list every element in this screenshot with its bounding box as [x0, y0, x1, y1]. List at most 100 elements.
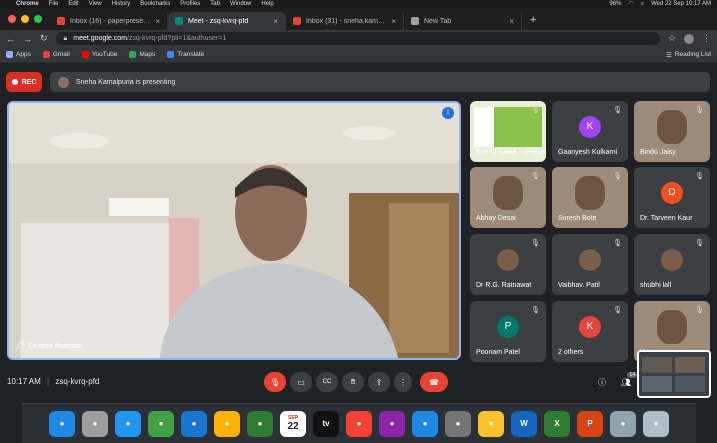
dock-app-preview[interactable]: ●: [610, 410, 636, 437]
menu-item-edit[interactable]: Edit: [68, 0, 78, 8]
dock-app-safari[interactable]: ●: [115, 410, 141, 437]
dock-app-music[interactable]: ●: [346, 410, 372, 437]
dock-app-app-store[interactable]: ●: [412, 410, 438, 437]
participant-tile[interactable]: 🎙︎ Bindu Jaisy: [634, 101, 710, 162]
tab-close-icon[interactable]: ×: [509, 17, 514, 26]
forward-icon[interactable]: →: [23, 34, 32, 44]
profile-avatar[interactable]: [684, 33, 694, 44]
menu-status: 96% ◠ ⌕ Wed 22 Sep 10:17 AM: [609, 0, 711, 8]
menu-item-file[interactable]: File: [49, 0, 59, 8]
dock-app-launchpad[interactable]: ●: [82, 410, 108, 437]
participant-tile[interactable]: P 🎙︎ Poonam Patel: [470, 301, 546, 362]
dock-app-tv[interactable]: tv: [313, 410, 339, 437]
menu-item-history[interactable]: History: [112, 0, 131, 8]
menu-item-window[interactable]: Window: [230, 0, 251, 8]
bookmark-gmail[interactable]: Gmail: [42, 51, 70, 58]
bookmark-translate[interactable]: Translate: [167, 51, 204, 58]
participant-name: shubhi lall: [640, 282, 672, 289]
browser-tab[interactable]: Inbox (31) - sneha.kamalpuria ×: [286, 12, 404, 30]
participant-tile[interactable]: 🎙︎ Dr R.G. Ratnawat: [470, 234, 546, 295]
reading-list-label: Reading List: [674, 51, 711, 58]
app-glyph: P: [587, 419, 593, 428]
tab-title: Inbox (16) - paperpresentation: [70, 17, 150, 25]
app-glyph: W: [520, 419, 528, 428]
address-bar[interactable]: 🔒︎ meet.google.com/zsq-kvrq-pfd?pli=1&au…: [55, 32, 660, 45]
participant-tile[interactable]: D 🎙︎ Dr. Tarveen Kaur: [634, 167, 710, 228]
dock-app-calendar[interactable]: SEP 22: [280, 410, 306, 437]
datetime[interactable]: Wed 22 Sep 10:17 AM: [651, 0, 711, 8]
tab-title: Meet - zsq-kvrq-pfd: [188, 17, 249, 25]
dock-app-word[interactable]: W: [511, 410, 537, 437]
dock-app-trash[interactable]: ●: [643, 410, 669, 437]
app-icon: ●: [158, 419, 164, 428]
dock-app-facetime[interactable]: ●: [247, 410, 273, 437]
people-button[interactable]: 👥︎ 14: [615, 372, 637, 392]
more-options-button[interactable]: ⋮: [394, 372, 412, 392]
tab-close-icon[interactable]: ×: [273, 17, 278, 26]
mic-off-button[interactable]: 🎙︎: [264, 372, 286, 392]
dock-app-photos[interactable]: ●: [214, 410, 240, 437]
menu-item-bookmarks[interactable]: Bookmarks: [140, 0, 170, 8]
menu-item-tab[interactable]: Tab: [210, 0, 220, 8]
participant-video: [493, 175, 523, 210]
muted-mic-icon: 🎙︎: [695, 307, 704, 314]
participant-tile[interactable]: 🎙︎ Abhay Desai: [470, 167, 546, 228]
bookmark-youtube[interactable]: YouTube: [81, 51, 117, 58]
people-count-badge: 14: [627, 372, 637, 378]
bookmark-apps[interactable]: Apps: [6, 51, 31, 58]
star-icon[interactable]: ☆: [668, 33, 676, 44]
browser-tab[interactable]: Meet - zsq-kvrq-pfd ×: [168, 12, 286, 30]
camera-button[interactable]: ▭: [290, 372, 312, 392]
tab-close-icon[interactable]: ×: [391, 17, 396, 26]
dock-app-mail[interactable]: ●: [181, 410, 207, 437]
app-icon: ●: [389, 419, 395, 428]
participant-tile[interactable]: 🎙︎ shubhi lall: [634, 234, 710, 295]
participant-tile[interactable]: 🎙︎ Sneha Kama... (Presentati...: [470, 101, 546, 162]
menu-item-view[interactable]: View: [89, 0, 102, 8]
main-speaker-video[interactable]: 📌︎ Deepak Asarpota ⁞⁞: [7, 101, 461, 360]
browser-tab[interactable]: New Tab ×: [404, 12, 522, 30]
minimize-window-button[interactable]: [21, 15, 29, 23]
back-icon[interactable]: ←: [6, 34, 15, 44]
more-icon[interactable]: ⋮: [702, 33, 711, 44]
captions-button[interactable]: CC: [316, 372, 338, 392]
menu-item-help[interactable]: Help: [261, 0, 273, 8]
dock-app-system-preferences[interactable]: ●: [445, 410, 471, 437]
leave-call-button[interactable]: ☎︎: [420, 372, 448, 392]
dock-app-powerpoint[interactable]: P: [577, 410, 603, 437]
pin-icon[interactable]: 📌︎: [15, 341, 25, 350]
bookmark-maps[interactable]: Maps: [129, 51, 155, 58]
wifi-icon[interactable]: ◠: [628, 0, 633, 8]
dock-app-podcasts[interactable]: ●: [379, 410, 405, 437]
dock-app-messages[interactable]: ●: [148, 410, 174, 437]
muted-mic-icon: 🎙︎: [531, 107, 540, 114]
browser-tab[interactable]: Inbox (16) - paperpresentation ×: [50, 12, 168, 30]
presenter-avatar: [58, 76, 69, 88]
reload-icon[interactable]: ↻: [40, 33, 48, 44]
macos-dock: ● ● ● ● ● ● ● SEP 22 tv ● ● ● ● ● W X P ● ●: [22, 403, 696, 443]
zoom-window-button[interactable]: [34, 15, 42, 23]
participant-tile[interactable]: K 🎙︎ Gaanyesh Kulkarni: [552, 101, 628, 162]
participant-tile[interactable]: K 🎙︎ 2 others: [552, 301, 628, 362]
presenting-text: Sneha Kamalpuria is presenting: [76, 78, 176, 86]
present-button[interactable]: ⇪: [368, 372, 390, 392]
participant-tile[interactable]: 🎙︎ Vaibhav. Patil: [552, 234, 628, 295]
close-window-button[interactable]: [8, 15, 16, 23]
dock-app-excel[interactable]: X: [544, 410, 570, 437]
meeting-details-button[interactable]: ⓘ: [591, 372, 613, 392]
new-tab-button[interactable]: +: [522, 14, 544, 30]
recording-badge[interactable]: REC: [6, 72, 42, 92]
tab-close-icon[interactable]: ×: [155, 17, 160, 26]
dock-app-finder[interactable]: ●: [49, 410, 75, 437]
muted-mic-icon: 🎙︎: [613, 173, 622, 180]
participant-tile[interactable]: 🎙︎ Suresh Bote: [552, 167, 628, 228]
participant-avatar: [579, 248, 601, 271]
raise-hand-button[interactable]: ✋︎: [342, 372, 364, 392]
search-icon[interactable]: ⌕: [641, 0, 644, 8]
reading-list-button[interactable]: ☰ Reading List: [666, 51, 711, 59]
speaking-indicator-icon: ⁞⁞: [442, 107, 454, 119]
dock-app-chrome[interactable]: ●: [478, 410, 504, 437]
menu-item-profiles[interactable]: Profiles: [180, 0, 200, 8]
more-vert-icon: ⋮: [399, 377, 407, 387]
menu-app-name[interactable]: Chrome: [16, 0, 39, 8]
